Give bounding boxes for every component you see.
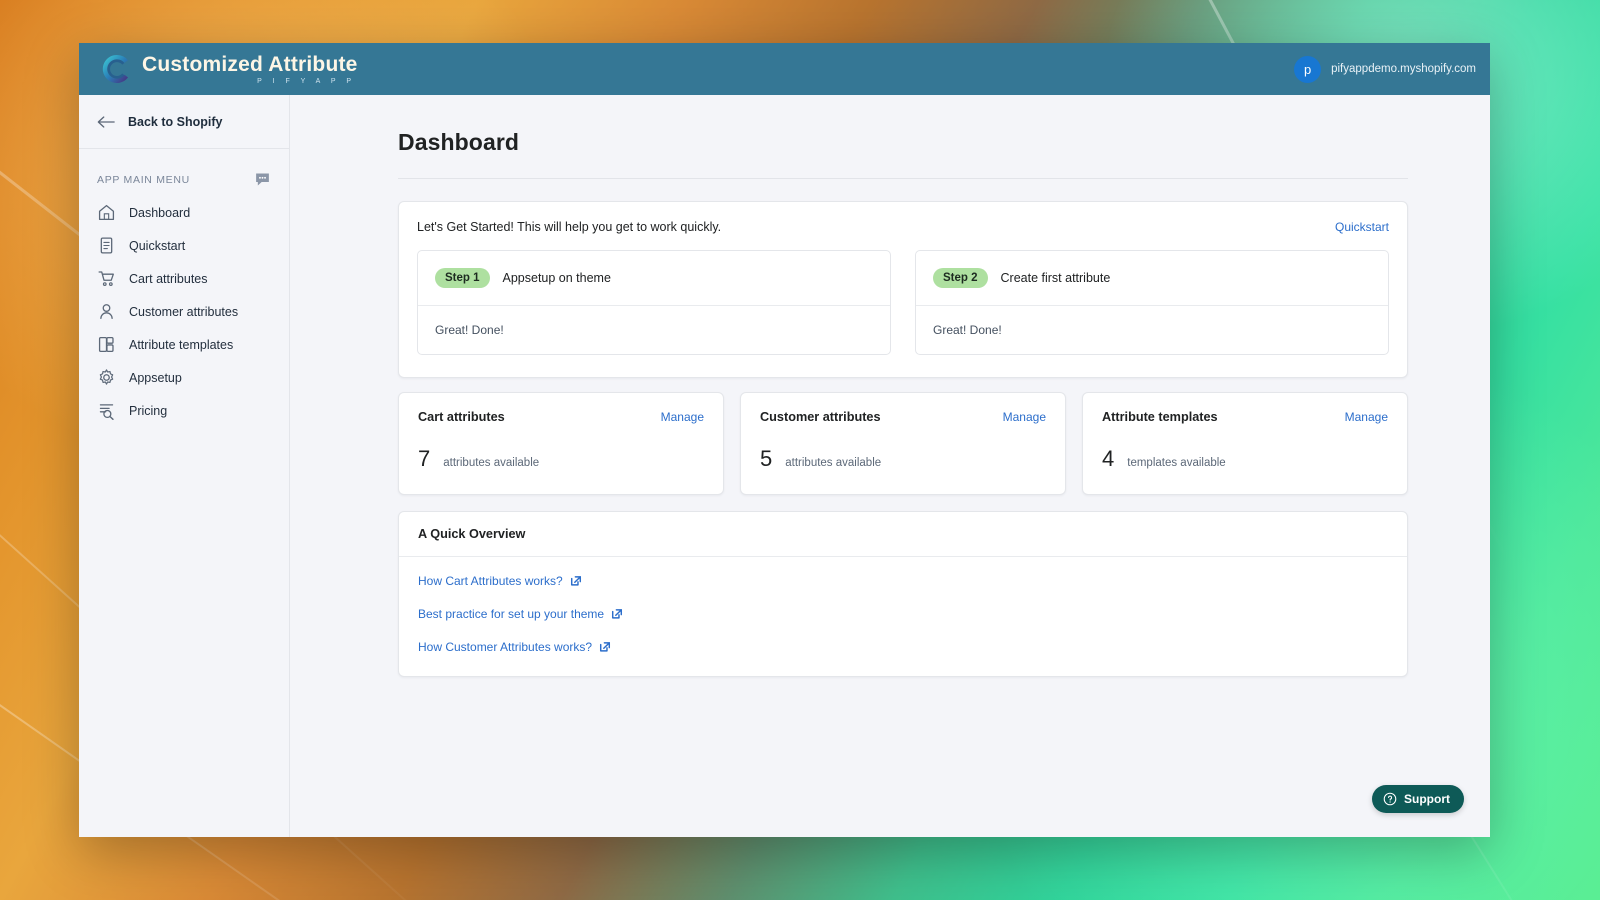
question-circle-icon — [1383, 792, 1397, 806]
step-body: Great! Done! — [933, 323, 1002, 337]
stat-value: 5 — [760, 446, 773, 471]
get-started-header: Let's Get Started! This will help you ge… — [417, 220, 1389, 250]
circle-c-logo-icon — [102, 54, 128, 83]
title-divider — [398, 178, 1408, 179]
quick-overview-heading: A Quick Overview — [399, 512, 1407, 557]
sidebar-item-label: Quickstart — [129, 238, 186, 253]
get-started-card: Let's Get Started! This will help you ge… — [398, 201, 1408, 378]
brand-subtitle: P I F Y A P P — [257, 77, 356, 85]
step-card: Step 2 Create first attribute Great! Don… — [915, 250, 1389, 355]
stat-card-header: Customer attributes Manage — [760, 410, 1046, 424]
brand-text: Customized Attribute P I F Y A P P — [142, 54, 358, 85]
avatar: p — [1294, 55, 1322, 83]
sidebar-item-label: Customer attributes — [129, 304, 239, 319]
chat-bubble-icon[interactable] — [254, 171, 271, 188]
sidebar: Back to Shopify APP MAIN MENU Dashboard … — [79, 95, 290, 837]
step-card: Step 1 Appsetup on theme Great! Done! — [417, 250, 891, 355]
main-content: Dashboard Let's Get Started! This will h… — [290, 95, 1490, 837]
sidebar-item-pricing[interactable]: Pricing — [79, 394, 289, 427]
manage-link[interactable]: Manage — [661, 410, 704, 424]
overview-link-cart-attributes[interactable]: How Cart Attributes works? — [418, 574, 582, 588]
stats-row: Cart attributes Manage 7 attributes avai… — [398, 392, 1408, 495]
support-label: Support — [1404, 792, 1450, 806]
steps-grid: Step 1 Appsetup on theme Great! Done! St… — [417, 250, 1389, 355]
external-link-icon — [612, 609, 623, 619]
app-body: Back to Shopify APP MAIN MENU Dashboard … — [79, 95, 1490, 837]
app-topbar: Customized Attribute P I F Y A P P p pif… — [79, 43, 1490, 95]
external-link-icon — [600, 642, 611, 652]
page-title: Dashboard — [398, 129, 520, 155]
stat-title: Cart attributes — [418, 410, 505, 424]
overview-link-label: Best practice for set up your theme — [418, 607, 605, 621]
sidebar-item-attribute-templates[interactable]: Attribute templates — [79, 328, 289, 361]
back-to-shopify-label: Back to Shopify — [128, 114, 223, 129]
quick-overview-links: How Cart Attributes works? Best practice… — [399, 557, 1407, 676]
sidebar-item-appsetup[interactable]: Appsetup — [79, 361, 289, 394]
gear-icon — [99, 369, 114, 385]
sidebar-item-label: Attribute templates — [129, 337, 234, 352]
app-window: Customized Attribute P I F Y A P P p pif… — [79, 43, 1490, 837]
stat-card-customer-attributes: Customer attributes Manage 5 attributes … — [740, 392, 1066, 495]
price-search-icon — [99, 404, 114, 420]
step-title: Appsetup on theme — [502, 271, 611, 285]
document-icon — [100, 237, 113, 254]
stat-title: Customer attributes — [760, 410, 881, 424]
sidebar-item-label: Appsetup — [129, 370, 182, 385]
brand-logo-group[interactable]: Customized Attribute P I F Y A P P — [101, 53, 358, 85]
sidebar-item-label: Dashboard — [129, 205, 191, 220]
stat-card-attribute-templates: Attribute templates Manage 4 templates a… — [1082, 392, 1408, 495]
stat-unit-label: attributes available — [785, 457, 882, 469]
sidebar-item-label: Pricing — [129, 403, 168, 418]
sidebar-item-quickstart[interactable]: Quickstart — [79, 229, 289, 262]
person-icon — [100, 304, 113, 320]
brand-title: Customized Attribute — [142, 52, 358, 76]
desktop-wallpaper: Customized Attribute P I F Y A P P p pif… — [0, 0, 1600, 900]
shopping-cart-icon — [98, 271, 114, 287]
overview-link-label: How Cart Attributes works? — [418, 574, 563, 588]
back-to-shopify-button[interactable]: Back to Shopify — [79, 95, 289, 149]
support-button[interactable]: Support — [1372, 785, 1464, 813]
step-card-header: Step 1 Appsetup on theme — [418, 251, 890, 306]
external-link-icon — [570, 576, 581, 586]
store-domain-label: pifyappdemo.myshopify.com — [1331, 63, 1476, 75]
stat-title: Attribute templates — [1102, 410, 1218, 424]
sidebar-item-dashboard[interactable]: Dashboard — [79, 196, 289, 229]
quick-overview-card: A Quick Overview How Cart Attributes wor… — [398, 511, 1408, 677]
stat-unit-label: attributes available — [443, 457, 540, 469]
stat-card-cart-attributes: Cart attributes Manage 7 attributes avai… — [398, 392, 724, 495]
manage-link[interactable]: Manage — [1345, 410, 1388, 424]
manage-link[interactable]: Manage — [1003, 410, 1046, 424]
stat-value-row: 5 attributes available — [760, 446, 1046, 472]
stat-value: 4 — [1102, 446, 1115, 471]
templates-icon — [98, 336, 114, 353]
sidebar-item-cart-attributes[interactable]: Cart attributes — [79, 262, 289, 295]
overview-link-best-practice[interactable]: Best practice for set up your theme — [418, 607, 623, 621]
status-badge: Step 1 — [435, 268, 490, 288]
sidebar-item-customer-attributes[interactable]: Customer attributes — [79, 295, 289, 328]
menu-heading-row: APP MAIN MENU — [79, 149, 289, 196]
get-started-heading: Let's Get Started! This will help you ge… — [417, 220, 722, 234]
step-body: Great! Done! — [435, 323, 504, 337]
stat-card-header: Attribute templates Manage — [1102, 410, 1388, 424]
step-title: Create first attribute — [1000, 271, 1111, 285]
stat-value-row: 4 templates available — [1102, 446, 1388, 472]
sidebar-item-label: Cart attributes — [129, 271, 208, 286]
arrow-left-icon — [97, 115, 115, 128]
stat-value: 7 — [418, 446, 431, 471]
quickstart-link[interactable]: Quickstart — [1335, 220, 1389, 234]
home-icon — [98, 204, 115, 221]
menu-heading-label: APP MAIN MENU — [97, 173, 190, 186]
status-badge: Step 2 — [933, 268, 988, 288]
stat-unit-label: templates available — [1127, 457, 1226, 469]
stat-value-row: 7 attributes available — [418, 446, 704, 472]
account-menu[interactable]: p pifyappdemo.myshopify.com — [1294, 55, 1476, 83]
overview-link-label: How Customer Attributes works? — [418, 640, 593, 654]
overview-link-customer-attributes[interactable]: How Customer Attributes works? — [418, 640, 611, 654]
stat-card-header: Cart attributes Manage — [418, 410, 704, 424]
step-card-header: Step 2 Create first attribute — [916, 251, 1388, 306]
